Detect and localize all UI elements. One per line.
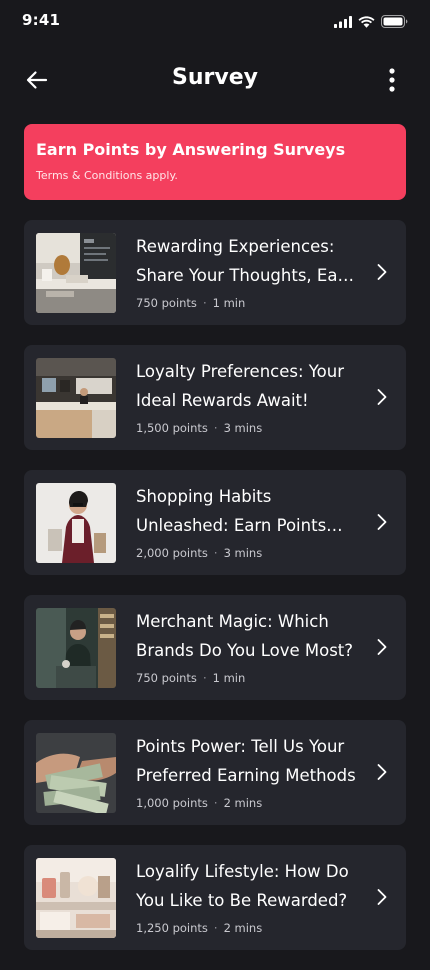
survey-title: Rewarding Experiences: Share Your Though…: [136, 237, 355, 285]
survey-thumbnail: [36, 233, 116, 313]
banner-title: Earn Points by Answering Surveys: [36, 140, 346, 159]
survey-duration: 3 mins: [223, 546, 263, 560]
survey-duration: 2 mins: [223, 796, 263, 810]
survey-card[interactable]: Shopping Habits Unleashed: Earn Points W…: [24, 470, 406, 575]
survey-points: 750 points: [136, 671, 197, 685]
chevron-right-icon: [376, 888, 388, 906]
survey-card[interactable]: Loyalty Preferences: Your Ideal Rewards …: [24, 345, 406, 450]
survey-points: 750 points: [136, 296, 197, 310]
chevron-right-icon: [376, 388, 388, 406]
survey-duration: 3 mins: [223, 421, 263, 435]
survey-duration: 1 min: [212, 296, 246, 310]
survey-meta: 750 points · 1 min: [136, 296, 246, 310]
survey-meta: 1,000 points · 2 mins: [136, 796, 263, 810]
status-bar: 9:41: [0, 0, 430, 44]
survey-card[interactable]: Points Power: Tell Us Your Preferred Ear…: [24, 720, 406, 825]
survey-points: 1,250 points: [136, 921, 208, 935]
survey-thumbnail: [36, 483, 116, 563]
survey-title: Shopping Habits Unleashed: Earn Points W…: [136, 487, 327, 535]
chevron-right-icon: [376, 513, 388, 531]
chevron-right-icon: [376, 263, 388, 281]
survey-duration: 2 mins: [223, 921, 263, 935]
page-title: Survey: [172, 65, 258, 90]
survey-title: Merchant Magic: Which Brands Do You Love…: [136, 612, 354, 660]
survey-thumbnail: [36, 608, 116, 688]
survey-list: Rewarding Experiences: Share Your Though…: [24, 220, 406, 970]
survey-thumbnail: [36, 858, 116, 938]
chevron-right-icon: [376, 763, 388, 781]
status-time: 9:41: [22, 11, 61, 29]
survey-title: Points Power: Tell Us Your Preferred Ear…: [136, 737, 356, 785]
survey-card[interactable]: Merchant Magic: Which Brands Do You Love…: [24, 595, 406, 700]
survey-duration: 1 min: [212, 671, 246, 685]
survey-thumbnail: [36, 358, 116, 438]
survey-title: Loyalify Lifestyle: How Do You Like to B…: [136, 862, 349, 910]
status-icons: [334, 13, 408, 32]
earn-points-banner[interactable]: Earn Points by Answering Surveys Terms &…: [24, 124, 406, 200]
more-options-button[interactable]: [380, 67, 404, 93]
survey-points: 1,500 points: [136, 421, 208, 435]
survey-thumbnail: [36, 733, 116, 813]
wifi-icon: [358, 13, 375, 32]
header: Survey: [0, 56, 430, 104]
survey-points: 2,000 points: [136, 546, 208, 560]
survey-card[interactable]: Loyalify Lifestyle: How Do You Like to B…: [24, 845, 406, 950]
survey-card[interactable]: Rewarding Experiences: Share Your Though…: [24, 220, 406, 325]
banner-subtitle: Terms & Conditions apply.: [36, 169, 178, 182]
survey-title: Loyalty Preferences: Your Ideal Rewards …: [136, 362, 345, 410]
chevron-right-icon: [376, 638, 388, 656]
survey-meta: 1,250 points · 2 mins: [136, 921, 263, 935]
survey-points: 1,000 points: [136, 796, 208, 810]
more-vertical-icon: [380, 68, 404, 97]
survey-meta: 1,500 points · 3 mins: [136, 421, 263, 435]
battery-icon: [381, 13, 408, 32]
survey-meta: 750 points · 1 min: [136, 671, 246, 685]
survey-meta: 2,000 points · 3 mins: [136, 546, 263, 560]
cellular-signal-icon: [334, 13, 352, 32]
